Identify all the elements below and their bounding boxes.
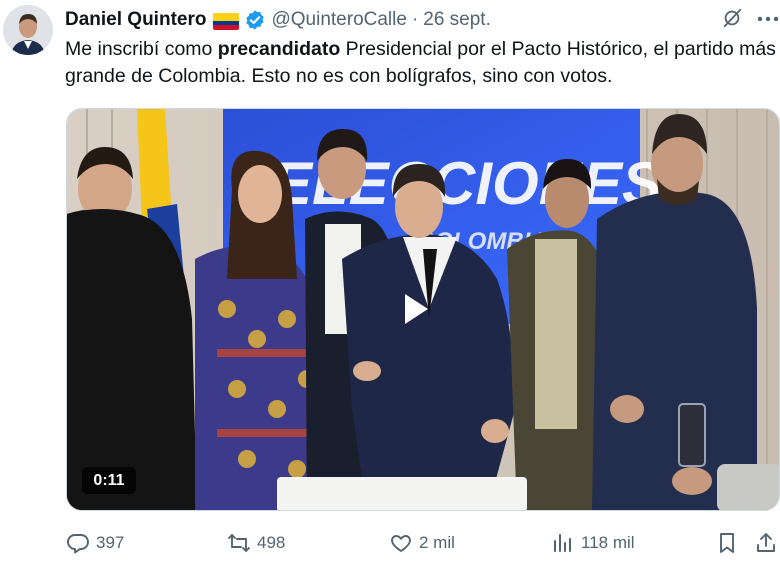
repost-button[interactable]: 498 — [227, 528, 285, 558]
like-count: 2 mil — [419, 533, 455, 552]
tweet-actions: 397 498 2 mil 118 mil — [0, 528, 780, 558]
author-name[interactable]: Daniel Quintero — [65, 9, 206, 31]
reply-button[interactable]: 397 — [66, 528, 124, 558]
share-icon — [757, 533, 775, 552]
repost-icon — [228, 534, 250, 552]
like-icon — [391, 535, 411, 552]
views-icon — [554, 534, 571, 552]
grok-icon[interactable] — [721, 7, 743, 29]
avatar[interactable] — [3, 5, 53, 55]
author-handle[interactable]: @QuinteroCalle — [271, 9, 406, 31]
avatar-image — [3, 5, 53, 55]
tweet-text-bold: precandidato — [217, 38, 341, 60]
play-icon[interactable] — [385, 281, 441, 337]
flag-colombia-icon — [213, 12, 240, 30]
verified-badge-icon[interactable] — [244, 9, 266, 31]
bookmark-button[interactable] — [715, 528, 745, 558]
share-button[interactable] — [754, 528, 780, 558]
views-button[interactable]: 118 mil — [551, 528, 635, 558]
view-count: 118 mil — [581, 533, 635, 552]
like-button[interactable]: 2 mil — [389, 528, 455, 558]
reply-count: 397 — [96, 533, 125, 552]
tweet-text: Me inscribí como precandidato Presidenci… — [65, 36, 777, 90]
tweet-header: Daniel Quintero @QuinteroCalle · 26 sept… — [65, 8, 491, 32]
bookmark-icon — [720, 533, 734, 553]
repost-count: 498 — [257, 533, 286, 552]
tweet-date[interactable]: 26 sept. — [423, 9, 491, 31]
header-separator: · — [411, 9, 419, 30]
reply-icon — [67, 534, 89, 554]
more-icon[interactable] — [757, 16, 779, 22]
video-duration: 0:11 — [82, 467, 136, 494]
tweet-text-part: Me inscribí como — [65, 38, 218, 60]
